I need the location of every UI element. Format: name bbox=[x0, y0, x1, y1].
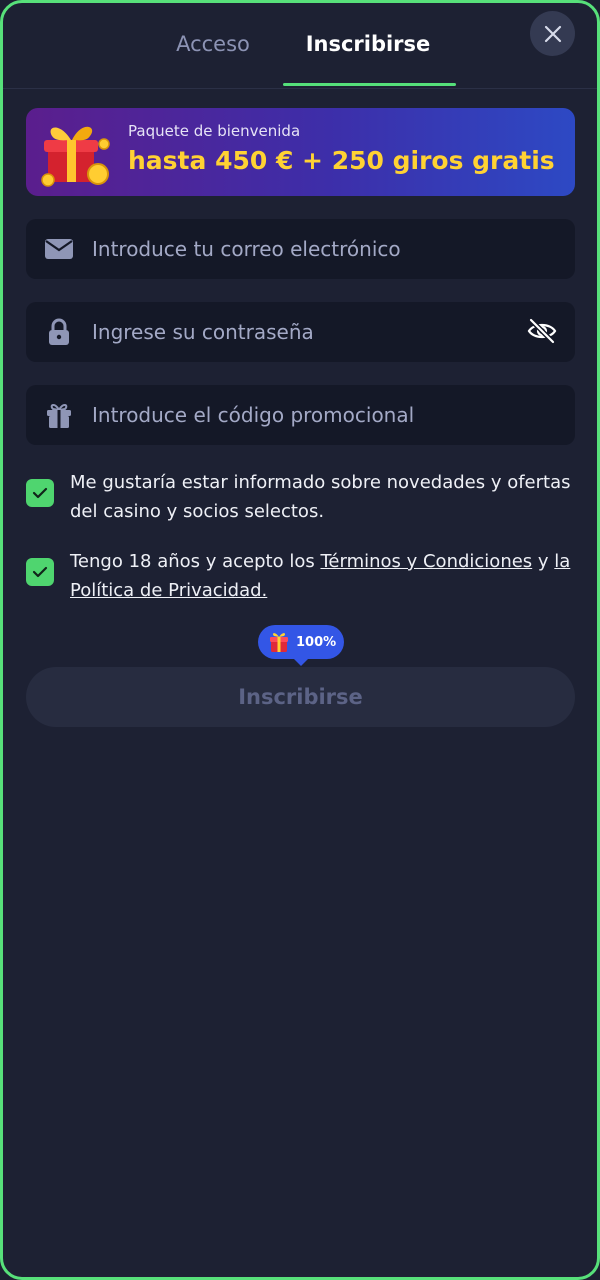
age-terms-label: Tengo 18 años y acepto los Términos y Co… bbox=[70, 547, 575, 605]
checkmark-icon bbox=[32, 566, 48, 578]
terms-link[interactable]: Términos y Condiciones bbox=[320, 551, 532, 572]
newsletter-consent: Me gustaría estar informado sobre noveda… bbox=[26, 468, 575, 528]
close-button[interactable] bbox=[530, 11, 575, 56]
gift-box-icon bbox=[270, 633, 288, 652]
bonus-progress-text: 100% bbox=[296, 634, 337, 650]
banner-title: hasta 450 € + 250 giros gratis bbox=[128, 146, 555, 175]
email-input[interactable] bbox=[92, 219, 512, 279]
age-terms-middle: y bbox=[532, 551, 555, 572]
register-submit-button[interactable]: Inscribirse bbox=[26, 667, 575, 727]
tab-register[interactable]: Inscribirse bbox=[293, 27, 443, 61]
bonus-badge-pointer bbox=[292, 657, 310, 666]
age-terms-checkbox[interactable] bbox=[26, 558, 54, 586]
email-field-wrapper bbox=[26, 219, 575, 279]
welcome-bonus-banner[interactable]: Paquete de bienvenida hasta 450 € + 250 … bbox=[26, 108, 575, 196]
newsletter-consent-label: Me gustaría estar informado sobre noveda… bbox=[70, 472, 571, 522]
close-icon bbox=[544, 25, 561, 42]
age-terms-consent: Tengo 18 años y acepto los Términos y Co… bbox=[26, 547, 575, 607]
lock-icon bbox=[49, 318, 69, 345]
banner-subtitle: Paquete de bienvenida bbox=[128, 122, 301, 140]
eye-off-icon[interactable] bbox=[526, 315, 558, 347]
envelope-icon bbox=[45, 239, 73, 259]
bonus-progress-badge: 100% bbox=[258, 625, 344, 659]
registration-modal: Acceso Inscribirse Paquete de bienvenida… bbox=[0, 0, 600, 1280]
active-tab-indicator bbox=[283, 83, 456, 86]
auth-tabs: Acceso Inscribirse bbox=[3, 3, 597, 89]
promo-field-wrapper bbox=[26, 385, 575, 445]
password-field-wrapper bbox=[26, 302, 575, 362]
checkmark-icon bbox=[32, 487, 48, 499]
tab-login[interactable]: Acceso bbox=[153, 27, 273, 61]
gift-box-coins-icon bbox=[41, 126, 110, 187]
age-terms-prefix: Tengo 18 años y acepto los bbox=[70, 551, 321, 572]
gift-icon bbox=[47, 404, 71, 428]
newsletter-checkbox[interactable] bbox=[26, 479, 54, 507]
promo-code-input[interactable] bbox=[92, 385, 512, 445]
password-input[interactable] bbox=[92, 302, 512, 362]
